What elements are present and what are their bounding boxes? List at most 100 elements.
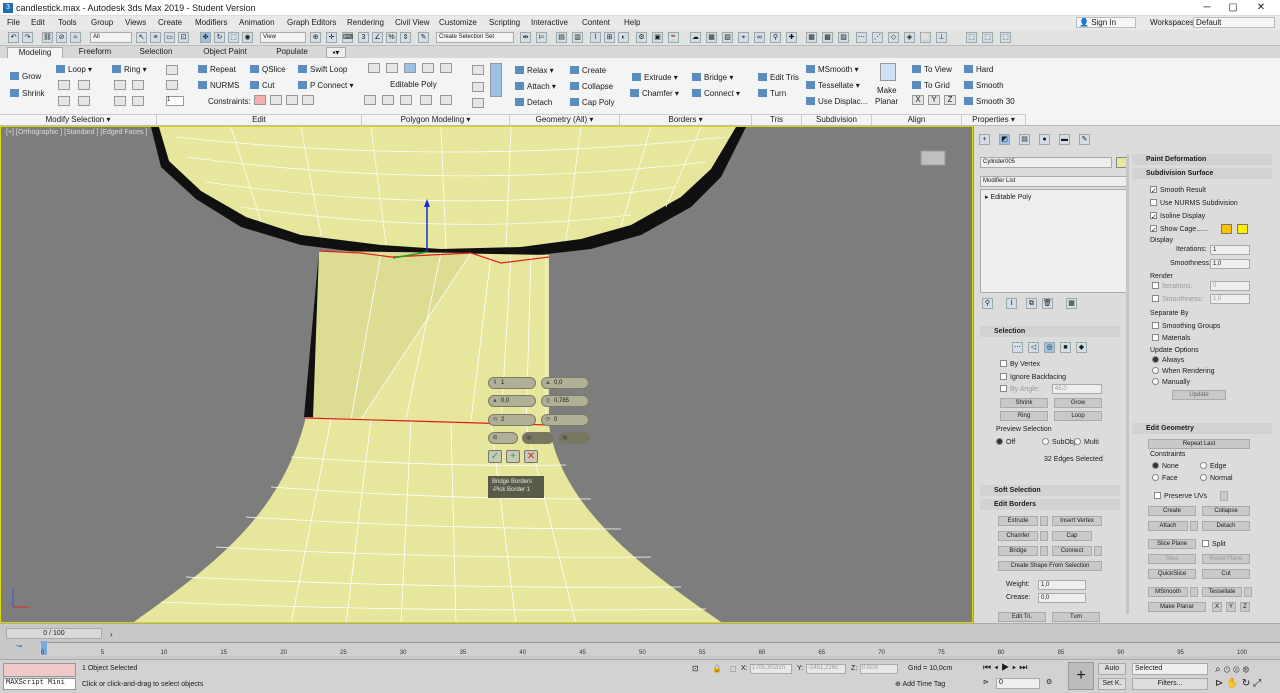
- properties-footer[interactable]: Properties ▾: [962, 114, 1026, 125]
- update-manually-radio[interactable]: Manually: [1152, 378, 1190, 386]
- preview-multi-radio[interactable]: Multi: [1074, 438, 1099, 446]
- menu-views[interactable]: Views: [125, 18, 146, 27]
- slice-plane-button[interactable]: Slice Plane: [1148, 539, 1196, 549]
- show-end-result-icon[interactable]: Ⅰ: [1006, 298, 1017, 309]
- select-count-spinner[interactable]: 1: [166, 96, 184, 106]
- sel-edge-icon[interactable]: ◁: [1028, 342, 1039, 353]
- cage-color-swatch-1[interactable]: [1221, 224, 1232, 234]
- loop-mode-icon[interactable]: [58, 96, 70, 106]
- preserve-uvs-settings-icon[interactable]: [1220, 491, 1228, 501]
- add-time-tag[interactable]: ⊕ Add Time Tag: [895, 680, 945, 688]
- selection-filter-dropdown[interactable]: All: [90, 32, 132, 43]
- attach-settings-icon[interactable]: [1190, 521, 1198, 531]
- edit-borders-rollout-header[interactable]: Edit Borders: [980, 499, 1120, 510]
- poly-side2-icon[interactable]: [472, 82, 484, 92]
- poly-side1-icon[interactable]: [472, 65, 484, 75]
- modify-tab-icon[interactable]: ◩: [999, 134, 1010, 145]
- select-by-name-icon[interactable]: ≡: [150, 32, 161, 43]
- zoom-icon[interactable]: ⌕: [1215, 664, 1224, 675]
- make-planar-button[interactable]: Make Planar: [1148, 602, 1206, 612]
- attach-button[interactable]: Attach ▾: [515, 82, 556, 91]
- fov-icon[interactable]: ⊳: [1215, 678, 1226, 689]
- ring-mode-icon[interactable]: [114, 96, 126, 106]
- update-rendering-radio[interactable]: When Rendering: [1152, 367, 1215, 375]
- pivot-center-icon[interactable]: ⊕: [310, 32, 321, 43]
- create-button[interactable]: Create: [570, 66, 606, 75]
- tab-populate[interactable]: Populate: [266, 47, 318, 58]
- render-iterations-checkbox[interactable]: Iterations:: [1152, 282, 1193, 290]
- caddy-twist2-field[interactable]: ⟳ 0: [541, 414, 589, 426]
- create-tab-icon[interactable]: +: [979, 134, 990, 145]
- modifier-list-dropdown[interactable]: Modifier List: [980, 176, 1128, 187]
- menu-civil-view[interactable]: Civil View: [395, 18, 430, 27]
- borders-footer[interactable]: Borders ▾: [620, 114, 752, 125]
- set-key-button[interactable]: Set K.: [1098, 678, 1126, 690]
- tessellate-settings-icon[interactable]: [1244, 587, 1252, 597]
- constraint-normal-radio[interactable]: Normal: [1200, 474, 1233, 482]
- ignore-backfacing-checkbox[interactable]: Ignore Backfacing: [1000, 373, 1066, 381]
- vertex-mode-icon[interactable]: [368, 63, 380, 73]
- maximize-button[interactable]: ▢: [1222, 1, 1244, 15]
- viewport-orthographic[interactable]: [+] [Orthographic ] [Standard ] [Edged F…: [0, 126, 973, 623]
- planar-y-button[interactable]: Y: [1226, 602, 1236, 612]
- loop-button[interactable]: Loop ▾: [56, 65, 92, 74]
- window-crossing-icon[interactable]: ⊡: [178, 32, 189, 43]
- caddy-segments-field[interactable]: ‖ 1: [488, 377, 536, 389]
- nurms-button[interactable]: NURMS: [198, 81, 239, 90]
- grid-snap-icon[interactable]: ▨: [838, 32, 849, 43]
- select-mode-icon[interactable]: [166, 65, 178, 75]
- close-button[interactable]: ✕: [1250, 1, 1272, 15]
- planar-x-button[interactable]: X: [1212, 602, 1222, 612]
- goto-end-icon[interactable]: ⏭: [1019, 662, 1030, 672]
- curve-editor-icon[interactable]: ⌇: [590, 32, 601, 43]
- caddy-pick-border2[interactable]: ▣: [522, 432, 554, 444]
- edit-borders-connect-button[interactable]: Connect: [1052, 546, 1092, 556]
- connect-settings-icon[interactable]: [1094, 546, 1102, 556]
- loop-selection-button[interactable]: Loop: [1054, 411, 1102, 421]
- loop-dotted-icon[interactable]: [78, 96, 90, 106]
- poly-side3-icon[interactable]: [472, 98, 484, 108]
- align-z-button[interactable]: Z: [944, 95, 956, 105]
- move-icon[interactable]: ✥: [200, 32, 211, 43]
- open-a360-icon[interactable]: ▧: [722, 32, 733, 43]
- rect-selection-icon[interactable]: ▭: [164, 32, 175, 43]
- constraint-face-radio[interactable]: Face: [1152, 474, 1178, 482]
- constraint-none-radio[interactable]: None: [1152, 462, 1179, 470]
- insert-vertex-button[interactable]: Insert Vertex: [1052, 516, 1102, 526]
- p-connect-button[interactable]: P Connect ▾: [298, 81, 353, 90]
- render-smoothness-checkbox[interactable]: Smoothness:: [1152, 295, 1203, 303]
- current-frame-field[interactable]: 0: [996, 678, 1040, 689]
- hierarchy-tab-icon[interactable]: ▤: [1019, 134, 1030, 145]
- weight-spinner[interactable]: 1,0: [1038, 580, 1086, 590]
- perp-snap-icon[interactable]: ⊥: [936, 32, 947, 43]
- render-smoothness-spinner[interactable]: 1,0: [1210, 294, 1250, 304]
- select-by-icon[interactable]: [166, 80, 178, 90]
- materials-checkbox[interactable]: Materials: [1152, 334, 1190, 342]
- pin-icon[interactable]: ⚲: [770, 32, 781, 43]
- edit-borders-chamfer-button[interactable]: Chamfer: [998, 531, 1038, 541]
- layer-explorer-icon[interactable]: ▤: [556, 32, 567, 43]
- slice-button[interactable]: Slice: [1148, 554, 1196, 564]
- grid-icon[interactable]: ▦: [806, 32, 817, 43]
- caddy-cancel-icon[interactable]: ✕: [524, 450, 538, 463]
- key-filters-button[interactable]: Filters...: [1132, 678, 1208, 690]
- render-iterations-spinner[interactable]: 0: [1210, 281, 1250, 291]
- render-cloud-icon[interactable]: ☁: [690, 32, 701, 43]
- vertex-snap-icon[interactable]: ⋯: [856, 32, 867, 43]
- ring-grow-icon[interactable]: [132, 80, 144, 90]
- polygon-mode-icon[interactable]: [422, 63, 434, 73]
- time-slider-next-icon[interactable]: ›: [110, 630, 120, 639]
- rotate-icon[interactable]: ↻: [214, 32, 225, 43]
- motion-tab-icon[interactable]: ●: [1039, 134, 1050, 145]
- poly-ignore-icon[interactable]: [490, 63, 502, 97]
- pivot-snap-icon[interactable]: ◈: [904, 32, 915, 43]
- geometry-footer[interactable]: Geometry (All) ▾: [510, 114, 620, 125]
- spinner-snap-icon[interactable]: ⇕: [400, 32, 411, 43]
- render-setup-icon[interactable]: ⚙: [636, 32, 647, 43]
- tab-modeling[interactable]: Modeling: [7, 47, 63, 58]
- make-planar-label-2[interactable]: Planar: [875, 97, 898, 106]
- isolate-selection-icon[interactable]: ⊡: [692, 664, 704, 674]
- frame-select-icon[interactable]: ⬚: [966, 32, 977, 43]
- menu-customize[interactable]: Customize: [439, 18, 477, 27]
- poly-tool2-icon[interactable]: [382, 95, 394, 105]
